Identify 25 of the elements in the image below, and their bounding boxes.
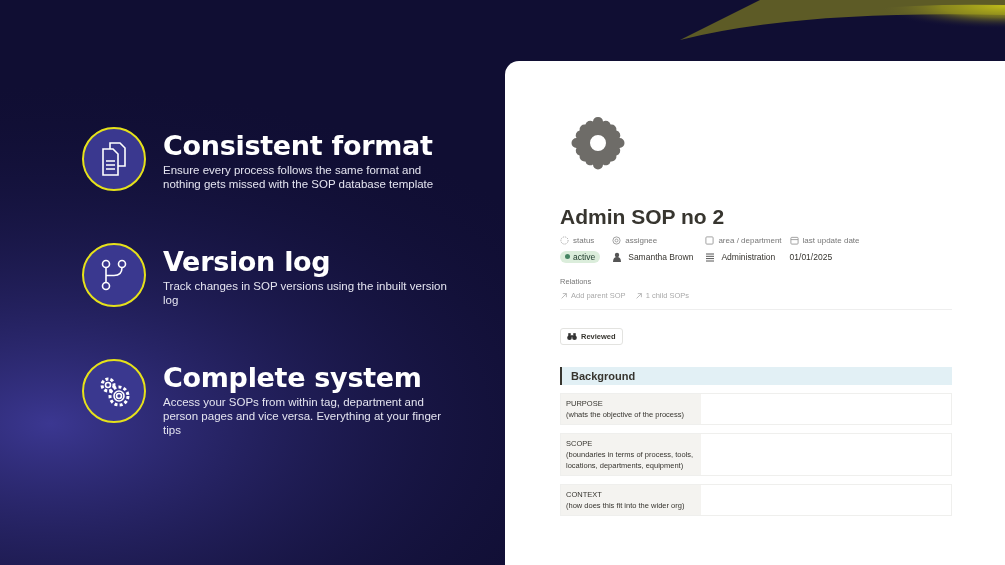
feature-title: Consistent format — [163, 131, 434, 161]
lines-icon — [705, 251, 716, 262]
status-tag[interactable]: active — [560, 250, 601, 263]
feature-description: Access your SOPs from within tag, department and person pages and vice versa. Everything at your finger tips — [163, 395, 443, 437]
property-value[interactable]: Samantha Brown — [628, 251, 694, 262]
arrow-icon — [634, 291, 643, 300]
section-heading: Background — [560, 367, 952, 385]
property-label: area / department — [718, 236, 782, 245]
person-icon — [612, 251, 623, 262]
property-label: assignee — [625, 236, 658, 245]
dotted-circle-icon — [560, 236, 569, 245]
binoculars-icon — [567, 332, 577, 341]
square-icon — [705, 236, 715, 245]
property-value[interactable]: 01/01/2025 — [789, 251, 833, 262]
arrow-icon — [560, 291, 568, 300]
property-label: status — [573, 236, 595, 245]
at-icon — [612, 236, 622, 245]
feature-description: Track changes in SOP versions using the inbuilt version log — [163, 279, 448, 307]
feature-title: Version log — [163, 247, 332, 277]
page-title: Admin SOP no 2 — [560, 205, 726, 229]
feature-description: Ensure every process follows the same format and nothing gets missed with the SOP database template — [163, 163, 435, 191]
feature-title: Complete system — [163, 363, 423, 393]
property-value[interactable]: Administration — [721, 251, 776, 262]
property-label: last update date — [802, 236, 860, 245]
calendar-icon — [789, 236, 799, 245]
